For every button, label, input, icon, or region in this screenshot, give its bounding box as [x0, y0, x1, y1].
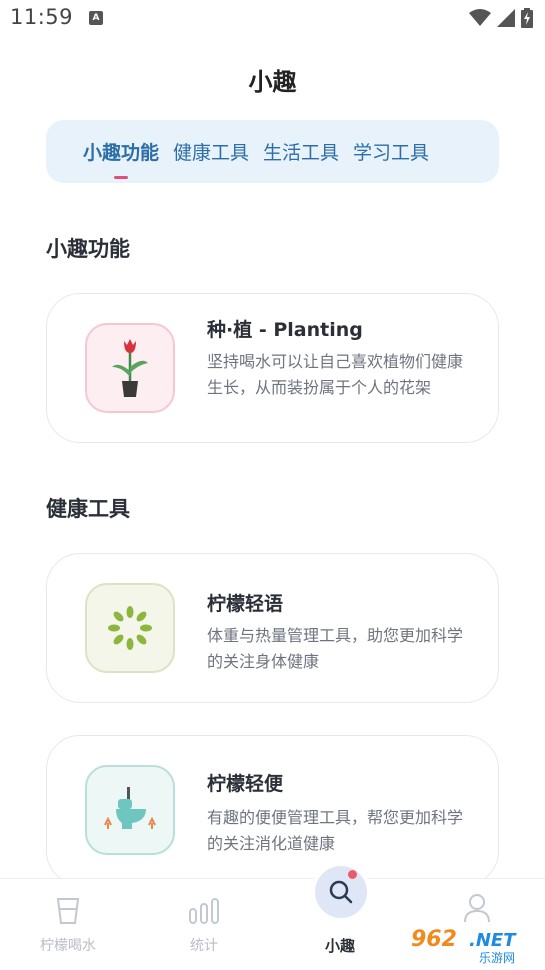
- nav-center-button[interactable]: [315, 866, 367, 918]
- watermark-logo: 962 .NET 乐游网: [407, 922, 541, 965]
- svg-text:.NET: .NET: [469, 930, 517, 951]
- tab-life-tools[interactable]: 生活工具: [263, 138, 339, 165]
- status-indicators: [469, 8, 533, 28]
- cup-icon: [56, 898, 80, 924]
- section-heading-fun: 小趣功能: [46, 237, 130, 261]
- card-planting[interactable]: 种·植 - Planting 坚持喝水可以让自己喜欢植物们健康生长，从而装扮属于…: [46, 293, 499, 443]
- signal-icon: [497, 9, 515, 27]
- search-icon: [329, 880, 353, 904]
- potted-tulip-icon: [85, 323, 175, 413]
- active-tab-indicator: [114, 176, 128, 179]
- card-title: 柠檬轻语: [207, 593, 284, 615]
- tab-label: 小趣功能: [83, 142, 160, 164]
- nav-label: 小趣: [324, 937, 355, 955]
- card-description: 坚持喝水可以让自己喜欢植物们健康生长，从而装扮属于个人的花架: [207, 352, 464, 397]
- card-description: 有趣的便便管理工具，帮您更加科学的关注消化道健康: [207, 808, 464, 853]
- card-description: 体重与热量管理工具，助您更加科学的关注身体健康: [207, 626, 464, 671]
- tab-fun-features[interactable]: 小趣功能: [83, 138, 160, 179]
- tab-health-tools[interactable]: 健康工具: [173, 138, 249, 165]
- svg-text:乐游网: 乐游网: [479, 951, 515, 965]
- tab-label: 健康工具: [173, 142, 250, 164]
- category-tabs: 小趣功能 健康工具 生活工具 学习工具: [46, 120, 499, 183]
- nav-label: 统计: [190, 938, 218, 954]
- notification-badge: [348, 870, 357, 879]
- bar-chart-icon: [189, 898, 219, 924]
- user-icon: [464, 894, 490, 923]
- card-title: 柠檬轻便: [207, 773, 284, 795]
- tab-label: 生活工具: [263, 142, 340, 164]
- notification-icon: A: [89, 11, 103, 25]
- status-time: 11:59: [10, 5, 74, 29]
- green-sparkle-icon: [85, 583, 175, 673]
- wifi-icon: [469, 9, 491, 26]
- nav-label: 柠檬喝水: [40, 938, 96, 954]
- toilet-icon: [85, 765, 175, 855]
- card-lemon-light-talk[interactable]: 柠檬轻语 体重与热量管理工具，助您更加科学的关注身体健康: [46, 553, 499, 703]
- tab-label: 学习工具: [353, 142, 430, 164]
- card-lemon-light-poop[interactable]: 柠檬轻便 有趣的便便管理工具，帮您更加科学的关注消化道健康: [46, 735, 499, 885]
- status-bar: 11:59 A: [0, 0, 545, 36]
- nav-item-drink[interactable]: 柠檬喝水: [13, 879, 123, 970]
- svg-text:962: 962: [411, 927, 457, 952]
- page-title: 小趣: [248, 68, 297, 96]
- nav-item-stats[interactable]: 统计: [149, 879, 259, 970]
- battery-icon: [521, 8, 533, 28]
- card-title: 种·植 - Planting: [207, 319, 363, 341]
- section-heading-health: 健康工具: [46, 497, 130, 521]
- tab-study-tools[interactable]: 学习工具: [353, 138, 429, 165]
